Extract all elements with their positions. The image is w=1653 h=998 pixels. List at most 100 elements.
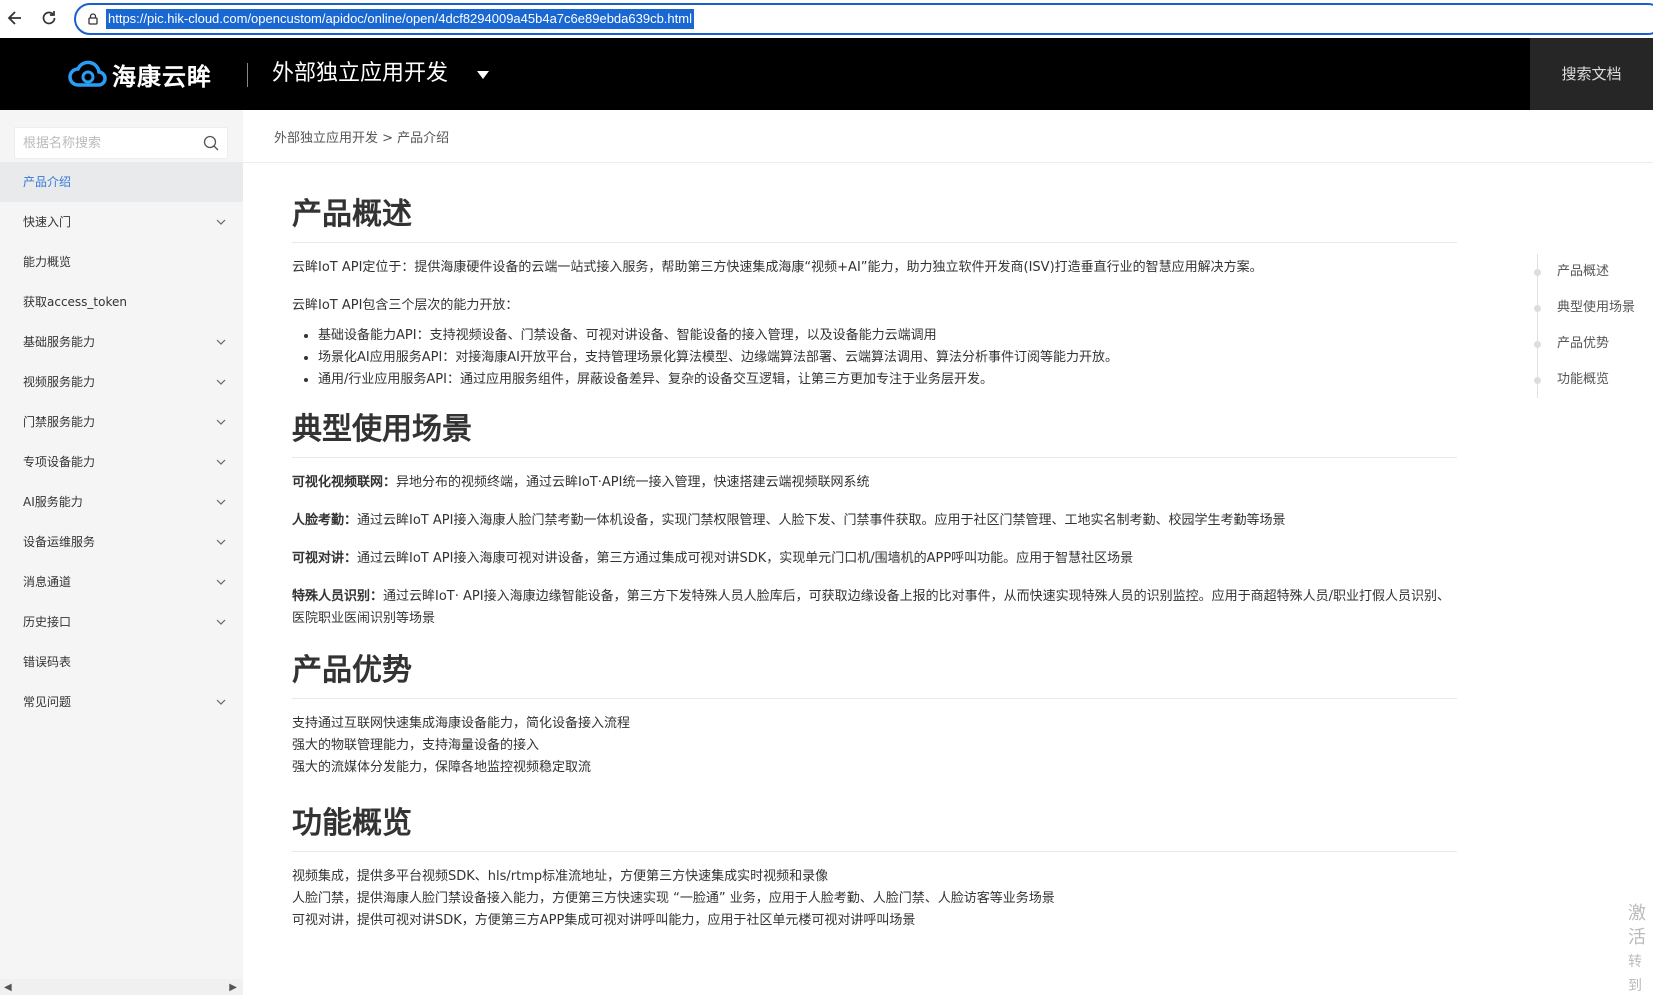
sidebar-item-label: 产品介绍 bbox=[23, 175, 72, 189]
sidebar-nav: 产品介绍 快速入门 能力概览 获取access_token 基础服务能力 视频服… bbox=[0, 162, 243, 722]
url-text[interactable]: https://pic.hik-cloud.com/opencustom/api… bbox=[106, 9, 694, 29]
toc-label: 产品概述 bbox=[1557, 264, 1610, 279]
sidebar-item-video-service[interactable]: 视频服务能力 bbox=[0, 362, 243, 402]
section-title-advantages: 产品优势 bbox=[292, 646, 1457, 699]
watermark-line: 转到 bbox=[1628, 954, 1642, 994]
site-header: 海康云眸 外部独立应用开发 搜索文档 bbox=[0, 38, 1653, 110]
chevron-down-icon[interactable] bbox=[216, 697, 226, 707]
scenario-paragraph: 可视对讲：通过云眸IoT API接入海康可视对讲设备，第三方通过集成可视对讲SD… bbox=[292, 548, 1457, 570]
scenario-paragraph: 人脸考勤：通过云眸IoT API接入海康人脸门禁考勤一体机设备，实现门禁权限管理… bbox=[292, 510, 1457, 532]
chevron-down-icon[interactable] bbox=[216, 377, 226, 387]
toc-item-advantages[interactable]: 产品优势 bbox=[1534, 326, 1635, 362]
sidebar-search bbox=[14, 127, 228, 159]
section-title-features: 功能概览 bbox=[292, 799, 1457, 852]
sidebar-item-capability-overview[interactable]: 能力概览 bbox=[0, 242, 243, 282]
chevron-down-icon[interactable] bbox=[216, 457, 226, 467]
sidebar-item-label: 常见问题 bbox=[23, 695, 72, 709]
list-item: 通用/行业应用服务API：通过应用服务组件，屏蔽设备差异、复杂的设备交互逻辑，让… bbox=[318, 369, 1457, 391]
toc-item-features[interactable]: 功能概览 bbox=[1534, 362, 1635, 398]
scroll-left-icon[interactable]: ◀ bbox=[4, 982, 12, 993]
logo-text: 海康云眸 bbox=[112, 62, 212, 91]
app-title[interactable]: 外部独立应用开发 bbox=[272, 58, 448, 90]
section-title-scenarios: 典型使用场景 bbox=[292, 405, 1457, 458]
overview-paragraph: 云眸IoT API定位于：提供海康硬件设备的云端一站式接入服务，帮助第三方快速集… bbox=[292, 260, 1263, 275]
sidebar-item-label: AI服务能力 bbox=[23, 495, 83, 509]
scenario-text: 通过云眸IoT API接入海康可视对讲设备，第三方通过集成可视对讲SDK，实现单… bbox=[357, 551, 1134, 566]
back-arrow-icon[interactable] bbox=[4, 8, 26, 30]
sidebar-item-special-device[interactable]: 专项设备能力 bbox=[0, 442, 243, 482]
toc-dot-icon bbox=[1534, 305, 1541, 312]
sidebar-item-message-channel[interactable]: 消息通道 bbox=[0, 562, 243, 602]
sidebar-item-label: 门禁服务能力 bbox=[23, 415, 96, 429]
list-item: 可视对讲，提供可视对讲SDK，方便第三方APP集成可视对讲呼叫能力，应用于社区单… bbox=[292, 913, 916, 928]
section-title-overview: 产品概述 bbox=[292, 190, 1457, 243]
chevron-down-icon[interactable] bbox=[216, 337, 226, 347]
chevron-down-icon[interactable] bbox=[216, 577, 226, 587]
sidebar-item-label: 基础服务能力 bbox=[23, 335, 96, 349]
breadcrumb[interactable]: 外部独立应用开发 > 产品介绍 bbox=[274, 127, 449, 146]
chevron-down-icon[interactable] bbox=[216, 617, 226, 627]
list-item: 视频集成，提供多平台视频SDK、hls/rtmp标准流地址，方便第三方快速集成实… bbox=[292, 869, 829, 884]
logo[interactable]: 海康云眸 bbox=[68, 56, 212, 92]
toc-item-scenarios[interactable]: 典型使用场景 bbox=[1534, 290, 1636, 326]
address-bar[interactable]: https://pic.hik-cloud.com/opencustom/api… bbox=[74, 3, 1653, 35]
sidebar-item-access-control[interactable]: 门禁服务能力 bbox=[0, 402, 243, 442]
sidebar-item-label: 专项设备能力 bbox=[23, 455, 96, 469]
sidebar-item-basic-service[interactable]: 基础服务能力 bbox=[0, 322, 243, 362]
sidebar-item-label: 设备运维服务 bbox=[23, 535, 96, 549]
list-item: 强大的物联管理能力，支持海量设备的接入 bbox=[292, 738, 540, 753]
chevron-down-icon[interactable] bbox=[216, 497, 226, 507]
sidebar-item-device-ops[interactable]: 设备运维服务 bbox=[0, 522, 243, 562]
list-item: 强大的流媒体分发能力，保障各地监控视频稳定取流 bbox=[292, 760, 592, 775]
toc-dot-icon bbox=[1534, 269, 1541, 276]
overview-paragraph: 云眸IoT API包含三个层次的能力开放： bbox=[292, 298, 519, 313]
list-item: 支持通过互联网快速集成海康设备能力，简化设备接入流程 bbox=[292, 716, 631, 731]
toc-item-overview[interactable]: 产品概述 bbox=[1534, 254, 1635, 290]
cloud-logo-icon bbox=[68, 60, 107, 87]
divider bbox=[243, 162, 1653, 163]
sidebar-item-faq[interactable]: 常见问题 bbox=[0, 682, 243, 722]
toc-dot-icon bbox=[1534, 377, 1541, 384]
caret-down-icon[interactable] bbox=[477, 71, 489, 79]
search-icon[interactable] bbox=[203, 135, 219, 151]
scenario-text: 通过云眸IoT· API接入海康边缘智能设备，第三方下发特殊人员人脸库后，可获取… bbox=[292, 589, 1450, 626]
scenario-paragraph: 特殊人员识别：通过云眸IoT· API接入海康边缘智能设备，第三方下发特殊人员人… bbox=[292, 586, 1457, 630]
scenario-label: 特殊人员识别： bbox=[292, 589, 384, 604]
header-divider bbox=[247, 63, 248, 87]
list-item: 场景化AI应用服务API：对接海康AI开放平台，支持管理场景化算法模型、边缘端算… bbox=[318, 347, 1457, 369]
advantages-list: 支持通过互联网快速集成海康设备能力，简化设备接入流程 强大的物联管理能力，支持海… bbox=[292, 713, 1457, 779]
watermark-line: 激活 bbox=[1628, 903, 1646, 948]
scroll-right-icon[interactable]: ▶ bbox=[229, 982, 237, 993]
sidebar-item-label: 快速入门 bbox=[23, 215, 72, 229]
reload-icon[interactable] bbox=[38, 8, 60, 30]
sidebar: 产品介绍 快速入门 能力概览 获取access_token 基础服务能力 视频服… bbox=[0, 110, 243, 995]
table-of-contents: 产品概述 典型使用场景 产品优势 功能概览 bbox=[1534, 254, 1636, 398]
sidebar-item-label: 视频服务能力 bbox=[23, 375, 96, 389]
toc-dot-icon bbox=[1534, 341, 1541, 348]
toc-label: 典型使用场景 bbox=[1557, 300, 1636, 315]
sidebar-item-label: 错误码表 bbox=[23, 655, 72, 669]
chevron-down-icon[interactable] bbox=[216, 417, 226, 427]
scenario-text: 异地分布的视频终端，通过云眸IoT·API统一接入管理，快速搭建云端视频联网系统 bbox=[396, 475, 870, 490]
chevron-down-icon[interactable] bbox=[216, 537, 226, 547]
sidebar-item-label: 获取access_token bbox=[23, 295, 127, 309]
overview-bullet-list: 基础设备能力API：支持视频设备、门禁设备、可视对讲设备、智能设备的接入管理，以… bbox=[292, 325, 1457, 391]
sidebar-item-label: 消息通道 bbox=[23, 575, 72, 589]
sidebar-search-input[interactable] bbox=[15, 128, 195, 158]
search-docs-button[interactable]: 搜索文档 bbox=[1530, 38, 1653, 110]
sidebar-item-label: 能力概览 bbox=[23, 255, 72, 269]
activation-watermark: 激活 转到 bbox=[1628, 902, 1653, 998]
lock-icon bbox=[88, 13, 98, 25]
sidebar-item-label: 历史接口 bbox=[23, 615, 72, 629]
sidebar-item-product-intro[interactable]: 产品介绍 bbox=[0, 162, 243, 202]
sidebar-horizontal-scrollbar[interactable]: ◀ ▶ bbox=[0, 979, 243, 995]
chevron-down-icon[interactable] bbox=[216, 217, 226, 227]
sidebar-item-ai-service[interactable]: AI服务能力 bbox=[0, 482, 243, 522]
sidebar-item-history-api[interactable]: 历史接口 bbox=[0, 602, 243, 642]
scenario-paragraph: 可视化视频联网：异地分布的视频终端，通过云眸IoT·API统一接入管理，快速搭建… bbox=[292, 472, 1457, 494]
toc-label: 功能概览 bbox=[1557, 372, 1610, 387]
scenario-label: 可视化视频联网： bbox=[292, 475, 397, 490]
sidebar-item-quick-start[interactable]: 快速入门 bbox=[0, 202, 243, 242]
sidebar-item-error-codes[interactable]: 错误码表 bbox=[0, 642, 243, 682]
sidebar-item-access-token[interactable]: 获取access_token bbox=[0, 282, 243, 322]
